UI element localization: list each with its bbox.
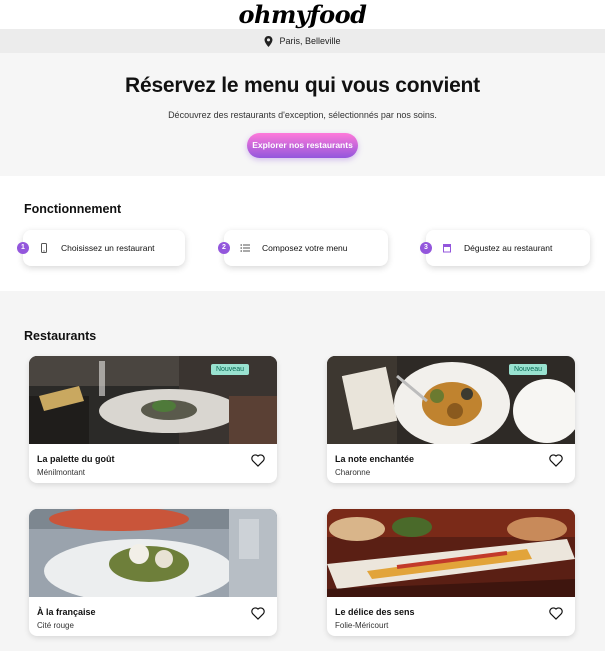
how-it-works-section: Fonctionnement 1 Choisissez un restauran…: [0, 176, 605, 291]
restaurant-photo: Nouveau: [327, 356, 575, 444]
restaurant-area: Cité rouge: [37, 621, 74, 630]
heart-icon[interactable]: [549, 607, 563, 620]
restaurant-name: La palette du goût: [37, 454, 115, 464]
steps-list: 1 Choisissez un restaurant 2 Composez vo…: [17, 230, 590, 280]
hero-section: Réservez le menu qui vous convient Décou…: [0, 53, 605, 176]
header: ohmyfood: [0, 0, 605, 29]
phone-icon: [38, 242, 50, 254]
restaurant-card-francaise[interactable]: À la française Cité rouge: [29, 509, 277, 636]
restaurant-card-delice[interactable]: Le délice des sens Folie-Méricourt: [327, 509, 575, 636]
restaurant-name: La note enchantée: [335, 454, 415, 464]
restaurant-photo: [327, 509, 575, 597]
step-choose-restaurant: 1 Choisissez un restaurant: [17, 230, 185, 266]
list-icon: [239, 242, 251, 254]
location-bar: Paris, Belleville: [0, 29, 605, 53]
step-label: Composez votre menu: [262, 243, 348, 253]
restaurants-section: Restaurants Nouveau La palette du goût M…: [0, 291, 605, 651]
restaurant-card-note[interactable]: Nouveau La note enchantée Charonne: [327, 356, 575, 483]
map-pin-icon: [265, 35, 273, 47]
heart-icon[interactable]: [549, 454, 563, 467]
step-compose-menu: 2 Composez votre menu: [218, 230, 388, 266]
location-text: Paris, Belleville: [279, 36, 341, 46]
restaurant-photo: [29, 509, 277, 597]
restaurant-card-palette[interactable]: Nouveau La palette du goût Ménilmontant: [29, 356, 277, 483]
step-label: Dégustez au restaurant: [464, 243, 553, 253]
step-number: 3: [420, 242, 432, 254]
logo[interactable]: ohmyfood: [239, 0, 367, 29]
step-taste-restaurant: 3 Dégustez au restaurant: [420, 230, 590, 266]
restaurants-title: Restaurants: [24, 329, 97, 343]
heart-icon[interactable]: [251, 454, 265, 467]
step-label: Choisissez un restaurant: [61, 243, 155, 253]
explore-restaurants-button[interactable]: Explorer nos restaurants: [247, 133, 358, 158]
how-it-works-title: Fonctionnement: [24, 202, 122, 216]
hero-subtitle: Découvrez des restaurants d'exception, s…: [168, 110, 437, 120]
new-badge: Nouveau: [508, 364, 547, 375]
store-icon: [441, 242, 453, 254]
step-number: 2: [218, 242, 230, 254]
heart-icon[interactable]: [251, 607, 265, 620]
hero-title: Réservez le menu qui vous convient: [125, 74, 480, 97]
restaurant-area: Charonne: [335, 468, 371, 477]
restaurant-photo: Nouveau: [29, 356, 277, 444]
restaurant-area: Folie-Méricourt: [335, 621, 389, 630]
step-number: 1: [17, 242, 29, 254]
restaurant-name: Le délice des sens: [335, 607, 415, 617]
new-badge: Nouveau: [210, 364, 249, 375]
restaurant-area: Ménilmontant: [37, 468, 86, 477]
restaurant-name: À la française: [37, 607, 96, 617]
